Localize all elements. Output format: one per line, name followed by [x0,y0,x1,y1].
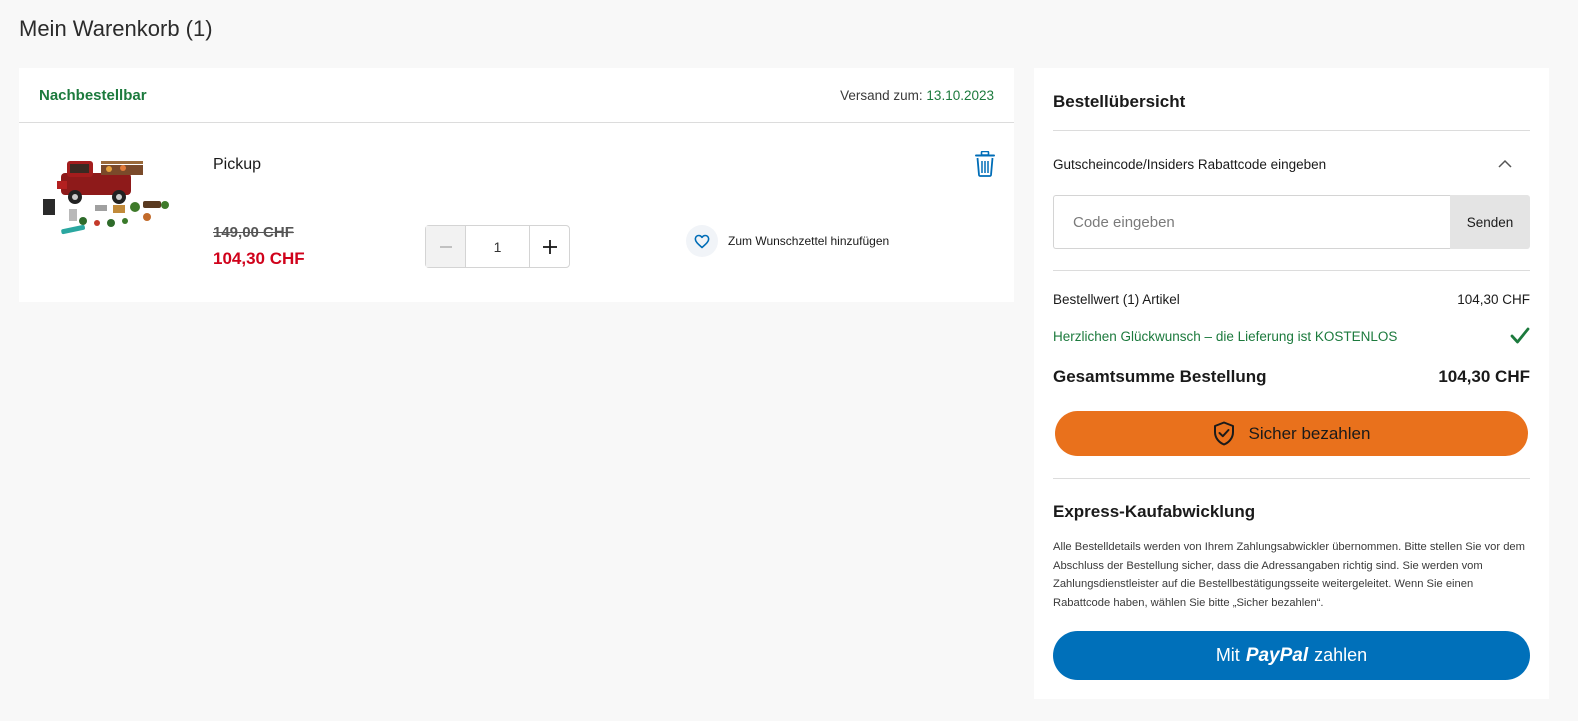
shipping-info: Versand zum: 13.10.2023 [840,88,994,103]
availability-label: Nachbestellbar [39,86,147,104]
secure-checkout-label: Sicher bezahlen [1248,423,1371,443]
order-value-label: Bestellwert (1) Artikel [1053,292,1180,307]
coupon-submit-button[interactable]: Senden [1450,195,1530,249]
divider [1053,478,1530,479]
coupon-code-input[interactable] [1053,195,1450,249]
quantity-decrease-button[interactable] [426,226,466,267]
free-shipping-row: Herzlichen Glückwunsch – die Lieferung i… [1053,327,1530,345]
minus-icon [439,245,452,248]
cart-card: Nachbestellbar Versand zum: 13.10.2023 P… [19,68,1014,302]
product-name[interactable]: Pickup [213,156,261,174]
add-to-wishlist-button[interactable]: Zum Wunschzettel hinzufügen [686,225,889,257]
paypal-suffix: zahlen [1314,645,1368,665]
page-title: Mein Warenkorb (1) [19,16,213,41]
order-total-label: Gesamtsumme Bestellung [1053,367,1267,386]
price-original: 149,00 CHF [213,224,294,241]
checkmark-icon [1510,327,1530,344]
cart-header: Nachbestellbar Versand zum: 13.10.2023 [19,68,1014,123]
price-sale: 104,30 CHF [213,249,305,268]
coupon-form: Senden [1053,195,1530,249]
express-checkout-description: Alle Bestelldetails werden von Ihrem Zah… [1053,541,1525,610]
paypal-logo: PayPal [1245,644,1309,666]
order-value-amount: 104,30 CHF [1457,292,1530,307]
order-value-row: Bestellwert (1) Artikel 104,30 CHF [1053,292,1530,307]
quantity-value[interactable]: 1 [466,226,529,267]
shipping-date: 13.10.2023 [926,87,994,103]
wishlist-label: Zum Wunschzettel hinzufügen [728,234,890,248]
chevron-up-icon[interactable] [1497,156,1513,172]
free-shipping-message: Herzlichen Glückwunsch – die Lieferung i… [1053,328,1398,344]
secure-checkout-button[interactable]: Sicher bezahlen [1055,411,1528,456]
heart-icon [694,234,710,248]
paypal-prefix: Mit [1215,645,1240,665]
trash-icon[interactable] [974,151,996,177]
summary-title: Bestellübersicht [1053,92,1186,111]
order-total-row: Gesamtsumme Bestellung 104,30 CHF [1053,367,1530,387]
order-summary: Bestellübersicht Gutscheincode/Insiders … [1034,68,1549,699]
coupon-toggle-label[interactable]: Gutscheincode/Insiders Rabattcode eingeb… [1053,157,1326,172]
product-image[interactable] [39,151,174,241]
order-total-amount: 104,30 CHF [1438,367,1530,386]
shield-check-icon [1213,421,1234,446]
wishlist-icon-wrap [686,225,718,257]
shipping-label: Versand zum: [840,87,923,103]
express-checkout-title: Express-Kaufabwicklung [1053,502,1256,521]
quantity-stepper: 1 [425,225,570,268]
divider [1053,130,1530,131]
paypal-checkout-button[interactable]: Mit PayPal zahlen [1053,631,1530,680]
plus-icon [542,239,557,254]
divider [1053,270,1530,271]
quantity-increase-button[interactable] [529,226,569,267]
